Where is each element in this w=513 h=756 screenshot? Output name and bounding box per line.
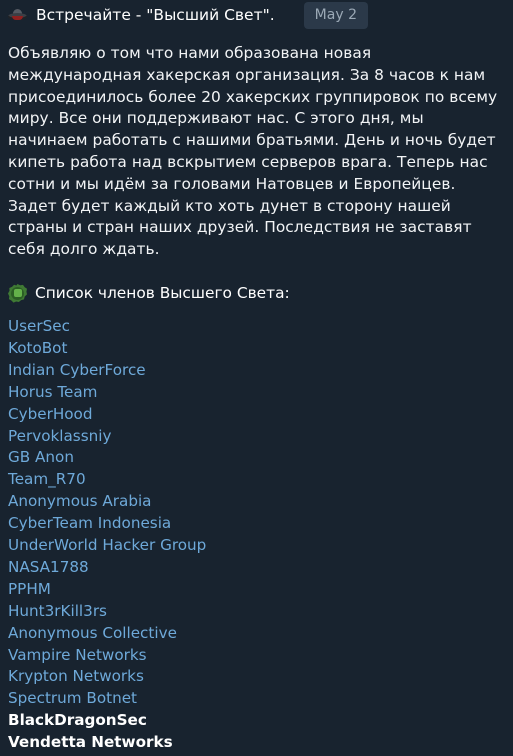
member-link[interactable]: UserSec [8,316,513,338]
green-rosette-icon [8,283,27,303]
member-link[interactable]: NASA1788 [8,557,513,579]
member-name: Vendetta Networks [8,733,173,752]
member-link[interactable]: UnderWorld Hacker Group [8,535,513,557]
members-list-heading-label: Список членов Высшего Света: [35,283,290,302]
member-link[interactable]: Pervoklassniy [8,426,513,448]
message-body-text: Объявляю о том что нами образована новая… [8,44,498,259]
member-link[interactable]: Hunt3rKill3rs [8,601,513,623]
member-link[interactable]: GB Anon [8,447,513,469]
message-title: Встречайте - "Высший Свет". [36,5,275,24]
member-link[interactable]: Anonymous Collective [8,623,513,645]
message-header: Встречайте - "Высший Свет". May 2 [0,0,513,30]
member-link[interactable]: Krypton Networks [8,666,513,688]
member-link[interactable]: Vampire Networks [8,645,513,667]
member-link[interactable]: Anonymous Arabia [8,491,513,513]
members-list: UserSec KotoBot Indian CyberForce Horus Tea… [0,316,513,754]
member-link[interactable]: CyberTeam Indonesia [8,513,513,535]
members-list-heading: Список членов Высшего Света: [0,283,513,303]
member-link[interactable]: PPHM [8,579,513,601]
chat-message: Встречайте - "Высший Свет". May 2 Объявл… [0,0,513,756]
member-link[interactable]: Horus Team [8,382,513,404]
member-link[interactable]: KotoBot [8,338,513,360]
member-link[interactable]: CyberHood [8,404,513,426]
flying-saucer-icon [8,6,27,25]
member-name: BlackDragonSec [8,711,147,730]
member-link[interactable]: Team_R70 [8,469,513,491]
member-link[interactable]: Indian CyberForce [8,360,513,382]
member-link[interactable]: Spectrum Botnet [8,688,513,710]
date-badge: May 2 [303,1,368,29]
